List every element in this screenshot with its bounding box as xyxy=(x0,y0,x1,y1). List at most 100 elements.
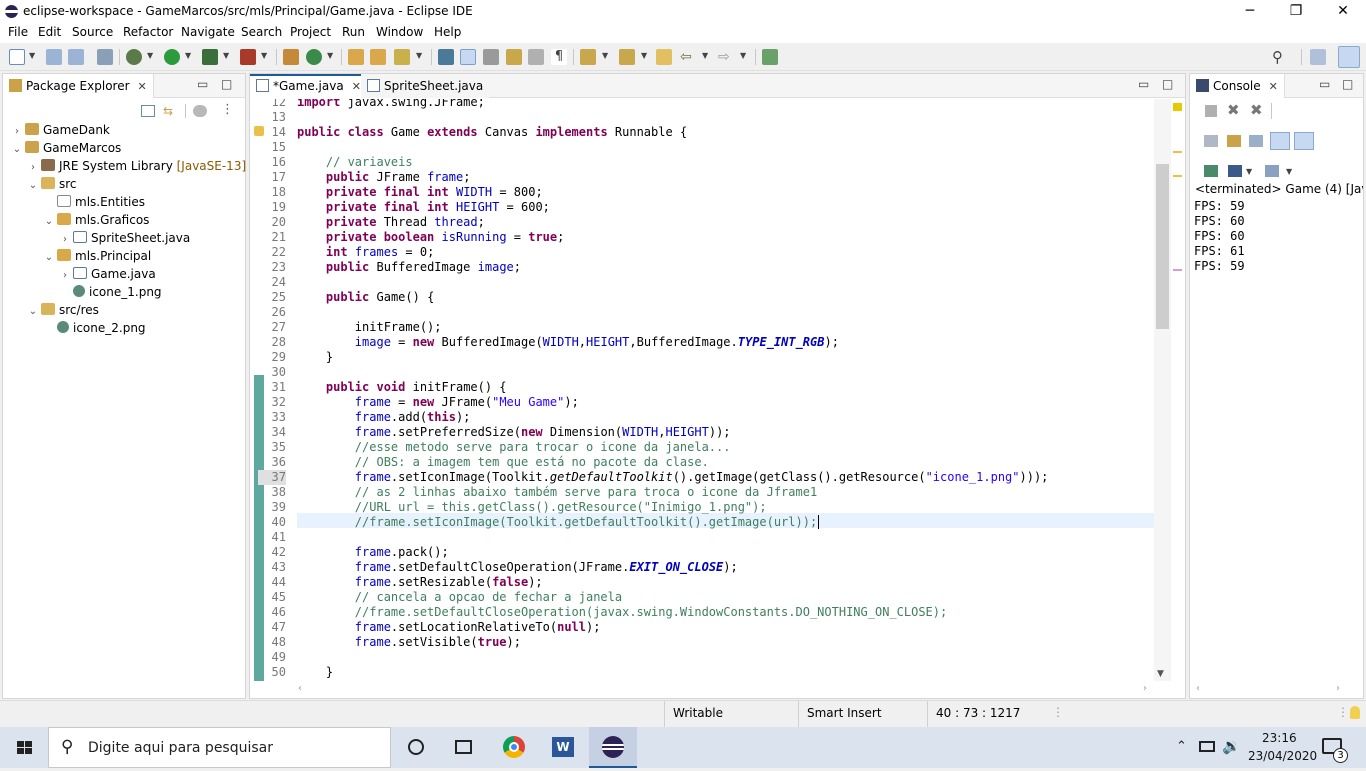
tab-package-explorer[interactable]: Package Explorer ✕ xyxy=(3,74,154,98)
menu-navigate[interactable]: Navigate xyxy=(181,25,235,39)
open-type-icon[interactable] xyxy=(348,49,364,65)
link-with-editor-icon[interactable]: ⇆ xyxy=(163,105,177,117)
minimize-view-icon[interactable]: ▭ xyxy=(1138,77,1149,91)
new-java-class-icon[interactable] xyxy=(306,49,322,65)
code-editor[interactable]: 12 import javax.swing.JFrame; 13 14 public… xyxy=(250,99,1154,681)
menu-refactor[interactable]: Refactor xyxy=(123,25,173,39)
network-icon[interactable] xyxy=(1199,741,1215,752)
search-tool-icon[interactable] xyxy=(394,49,410,65)
editor-vertical-scrollbar[interactable]: ▼ xyxy=(1154,99,1171,681)
debug-icon[interactable] xyxy=(126,49,142,65)
pin-console-icon[interactable] xyxy=(1204,165,1218,177)
console-output[interactable]: FPS: 59 FPS: 60 FPS: 60 FPS: 61 FPS: 59 xyxy=(1190,199,1363,683)
java-perspective-icon[interactable] xyxy=(1338,46,1360,68)
taskbar-word[interactable]: W xyxy=(539,727,587,768)
tree-item-icone-1-png[interactable]: icone_1.png xyxy=(59,283,162,301)
tree-item-gamedank[interactable]: › GameDank xyxy=(11,121,110,139)
chevron-up-icon[interactable]: ⌃ xyxy=(1176,739,1187,754)
search-icon[interactable]: ⚲ xyxy=(1272,49,1288,65)
new-class-dropdown-icon[interactable]: ▼ xyxy=(327,51,333,60)
close-icon[interactable]: ✕ xyxy=(352,80,361,93)
forward-icon[interactable]: ⇨ xyxy=(718,49,734,65)
tab-spritesheet-java[interactable]: SpriteSheet.java xyxy=(361,74,490,98)
filters-icon[interactable] xyxy=(193,105,207,117)
back-dropdown-icon[interactable]: ▼ xyxy=(702,51,708,60)
coverage-icon[interactable] xyxy=(202,49,218,65)
taskbar-eclipse[interactable] xyxy=(589,727,637,768)
skip-breakpoints-icon[interactable] xyxy=(97,49,113,65)
tree-item-src-res[interactable]: ⌄ src/res xyxy=(27,301,99,319)
toggle-breadcrumb-icon[interactable] xyxy=(483,49,499,65)
tree-item-mls-graficos[interactable]: ⌄ mls.Graficos xyxy=(43,211,149,229)
toggle-highlight-icon[interactable] xyxy=(460,49,476,65)
display-selected-console-icon[interactable] xyxy=(1228,165,1242,177)
save-icon[interactable] xyxy=(46,49,62,65)
chevron-down-icon[interactable]: ▼ xyxy=(1246,167,1252,176)
menu-search[interactable]: Search xyxy=(241,25,282,39)
pin-editor-icon[interactable] xyxy=(762,49,778,65)
show-on-stderr-icon[interactable] xyxy=(1294,132,1314,150)
show-on-stdout-icon[interactable] xyxy=(1270,132,1290,150)
scroll-right-icon[interactable]: › xyxy=(1143,683,1147,694)
scroll-lock-icon[interactable] xyxy=(1227,135,1241,147)
back-icon[interactable]: ⇦ xyxy=(680,49,696,65)
toggle-mark-occurrences-icon[interactable] xyxy=(438,49,454,65)
next-annotation-icon[interactable] xyxy=(580,49,596,65)
menu-run[interactable]: Run xyxy=(342,25,365,39)
external-tools-dropdown-icon[interactable]: ▼ xyxy=(261,51,267,60)
scroll-right-icon[interactable]: › xyxy=(1336,683,1340,694)
menu-window[interactable]: Window xyxy=(376,25,423,39)
chevron-down-icon[interactable]: ⌄ xyxy=(27,303,39,321)
close-icon[interactable]: ✕ xyxy=(138,80,147,93)
save-all-icon[interactable] xyxy=(68,49,84,65)
tree-item-icone-2-png[interactable]: icone_2.png xyxy=(43,319,146,337)
open-perspective-icon[interactable] xyxy=(1310,49,1326,65)
next-annotation-dropdown-icon[interactable]: ▼ xyxy=(602,51,608,60)
volume-icon[interactable]: 🔉 xyxy=(1222,737,1241,755)
maximize-view-icon[interactable]: □ xyxy=(1162,77,1173,91)
new-icon[interactable] xyxy=(9,49,25,65)
taskbar-chrome[interactable] xyxy=(490,727,538,768)
tree-item-game-java[interactable]: › Game.java xyxy=(59,265,156,283)
maximize-button[interactable]: ❐ xyxy=(1273,0,1319,23)
terminate-icon[interactable] xyxy=(1205,105,1217,117)
menu-edit[interactable]: Edit xyxy=(38,25,61,39)
tab-game-java[interactable]: *Game.java ✕ xyxy=(250,74,368,98)
search-dropdown-icon[interactable]: ▼ xyxy=(416,51,422,60)
taskbar-search-box[interactable]: ⚲ Digite aqui para pesquisar xyxy=(48,727,391,768)
clear-console-icon[interactable] xyxy=(1204,135,1218,147)
remove-all-launches-icon[interactable]: ✖ xyxy=(1250,101,1263,119)
debug-dropdown-icon[interactable]: ▼ xyxy=(147,51,153,60)
run-dropdown-icon[interactable]: ▼ xyxy=(185,51,191,60)
scroll-left-icon[interactable]: ‹ xyxy=(298,683,302,694)
forward-dropdown-icon[interactable]: ▼ xyxy=(740,51,746,60)
open-task-icon[interactable] xyxy=(370,49,386,65)
tree-item-jre-system-library[interactable]: › JRE System Library [JavaSE-13] xyxy=(27,157,246,175)
start-button[interactable] xyxy=(0,727,48,768)
external-tools-icon[interactable] xyxy=(240,49,256,65)
minimize-view-icon[interactable]: ▭ xyxy=(197,77,208,91)
menu-help[interactable]: Help xyxy=(434,25,461,39)
tree-item-spritesheet-java[interactable]: › SpriteSheet.java xyxy=(59,229,190,247)
tree-item-mls-principal[interactable]: ⌄ mls.Principal xyxy=(43,247,151,265)
menu-source[interactable]: Source xyxy=(72,25,113,39)
tree-item-gamemarcos[interactable]: ⌄ GameMarcos xyxy=(11,139,121,157)
coverage-dropdown-icon[interactable]: ▼ xyxy=(223,51,229,60)
collapse-all-icon[interactable] xyxy=(141,105,155,117)
new-dropdown-icon[interactable]: ▼ xyxy=(29,51,35,60)
cortana-button[interactable] xyxy=(392,727,440,768)
word-wrap-icon[interactable] xyxy=(506,49,522,65)
previous-annotation-dropdown-icon[interactable]: ▼ xyxy=(641,51,647,60)
view-menu-icon[interactable]: ⋮ xyxy=(221,102,234,117)
run-icon[interactable] xyxy=(164,49,180,65)
chevron-down-icon[interactable]: ⌄ xyxy=(11,141,23,159)
scroll-left-icon[interactable]: ‹ xyxy=(1196,683,1200,694)
menu-project[interactable]: Project xyxy=(290,25,331,39)
menu-file[interactable]: File xyxy=(8,25,28,39)
scroll-down-icon[interactable]: ▼ xyxy=(1157,669,1164,679)
maximize-view-icon[interactable]: □ xyxy=(1342,77,1353,91)
chevron-down-icon[interactable]: ▼ xyxy=(1286,167,1292,176)
task-view-button[interactable] xyxy=(440,727,488,768)
editor-horizontal-scrollbar[interactable]: ‹ › xyxy=(294,681,1154,698)
tip-lightbulb-icon[interactable] xyxy=(1350,706,1360,719)
